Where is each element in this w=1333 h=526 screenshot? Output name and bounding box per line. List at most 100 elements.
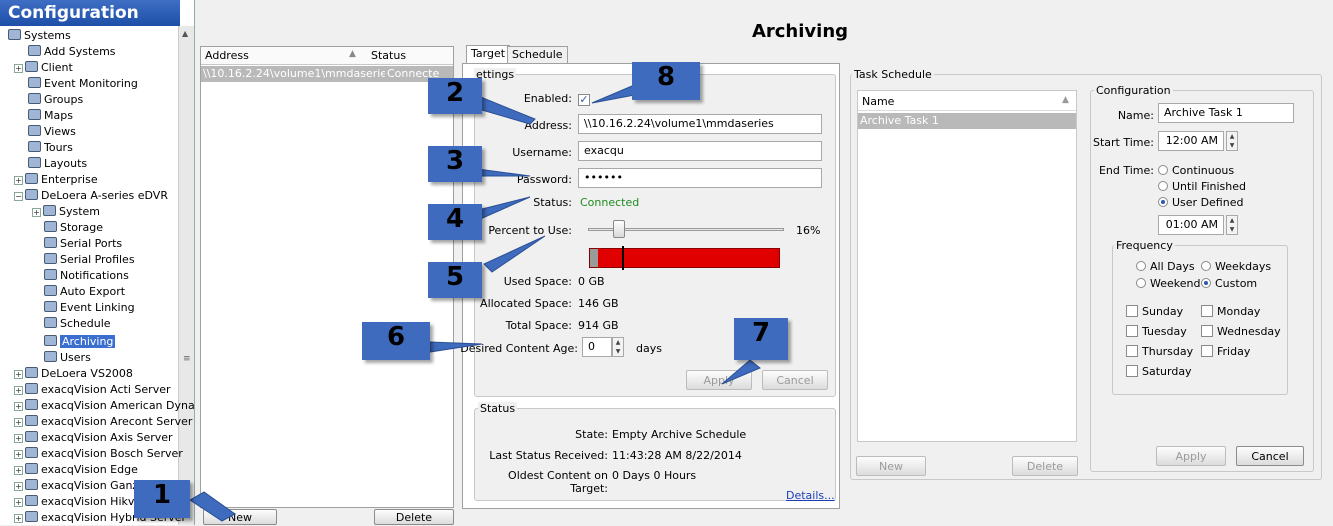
radio-icon	[1158, 181, 1168, 191]
username-field[interactable]: exacqu	[578, 141, 822, 161]
tree-item-client[interactable]: + Client	[14, 60, 73, 76]
day-tuesday-checkbox[interactable]: Tuesday	[1126, 325, 1187, 338]
checkbox-icon	[1126, 305, 1138, 317]
tree-item-bosch-server[interactable]: + exacqVision Bosch Server	[14, 446, 183, 462]
used-space-value: 0 GB	[578, 275, 605, 288]
auto-export-icon	[44, 285, 57, 296]
percent-slider-thumb[interactable]	[613, 220, 626, 238]
day-wednesday-checkbox[interactable]: Wednesday	[1201, 325, 1281, 338]
address-new-button[interactable]: New	[203, 509, 277, 525]
tree-item-groups[interactable]: Groups	[28, 92, 83, 108]
oldest-content-label: Oldest Content on Target:	[508, 469, 608, 495]
expand-icon[interactable]: +	[14, 482, 23, 491]
content-age-field[interactable]: 0	[582, 337, 612, 357]
tree-item-maps[interactable]: Maps	[28, 108, 73, 124]
address-row[interactable]: \\10.16.2.24\volume1\mmdaseries Connecte	[201, 66, 453, 82]
freq-all-days-radio[interactable]: All Days	[1136, 260, 1195, 273]
column-name[interactable]: Name	[862, 95, 894, 108]
tree-item-archiving[interactable]: Archiving	[44, 334, 116, 350]
tree-item-users[interactable]: Users	[44, 350, 91, 366]
expand-icon[interactable]: +	[14, 514, 23, 523]
task-delete-button[interactable]: Delete	[1012, 456, 1078, 476]
enabled-checkbox[interactable]: ✓	[578, 91, 594, 106]
tree-item-serial-profiles[interactable]: Serial Profiles	[44, 252, 135, 268]
details-link[interactable]: Details...	[786, 489, 835, 502]
start-time-field[interactable]: 12:00 AM	[1158, 131, 1224, 151]
column-status[interactable]: Status	[371, 49, 406, 62]
expand-icon[interactable]: +	[14, 434, 23, 443]
column-address[interactable]: Address	[205, 49, 249, 62]
freq-custom-radio[interactable]: Custom	[1201, 277, 1257, 290]
scroll-up-icon[interactable]: ▲	[182, 29, 188, 38]
day-thursday-checkbox[interactable]: Thursday	[1126, 345, 1193, 358]
tree-item-event-linking[interactable]: Event Linking	[44, 300, 135, 316]
freq-weekend-radio[interactable]: Weekend	[1136, 277, 1200, 290]
tree-item-tours[interactable]: Tours	[28, 140, 73, 156]
expand-icon[interactable]: +	[14, 466, 23, 475]
expand-icon[interactable]: +	[14, 418, 23, 427]
tree-item-systems[interactable]: Systems	[8, 28, 71, 44]
address-field[interactable]: \\10.16.2.24\volume1\mmdaseries	[578, 114, 822, 134]
content-age-stepper[interactable]: ▲ ▼	[612, 337, 624, 357]
expand-icon[interactable]: +	[14, 64, 23, 73]
tree-item-deloera-vs2008[interactable]: + DeLoera VS2008	[14, 366, 133, 382]
tree-item-layouts[interactable]: Layouts	[28, 156, 87, 172]
expand-icon[interactable]: +	[14, 370, 23, 379]
tree-item-serial-ports[interactable]: Serial Ports	[44, 236, 122, 252]
tree-item-storage[interactable]: Storage	[44, 220, 103, 236]
tree-item-american-dyna[interactable]: + exacqVision American Dyna	[14, 398, 195, 414]
task-new-button[interactable]: New	[856, 456, 926, 476]
collapse-icon[interactable]: −	[14, 192, 23, 201]
end-user-defined-radio[interactable]: User Defined	[1158, 196, 1243, 209]
expand-icon[interactable]: +	[32, 208, 41, 217]
password-field[interactable]: ••••••	[578, 168, 822, 188]
tab-schedule[interactable]: Schedule	[507, 46, 568, 64]
expand-icon[interactable]: +	[14, 176, 23, 185]
tree-item-notifications[interactable]: Notifications	[44, 268, 129, 284]
day-sunday-checkbox[interactable]: Sunday	[1126, 305, 1183, 318]
total-space-label: Total Space:	[505, 319, 572, 332]
address-list[interactable]: Address ▲ Status \\10.16.2.24\volume1\mm…	[200, 46, 454, 508]
settings-apply-button[interactable]: Apply	[686, 370, 752, 390]
config-apply-button[interactable]: Apply	[1156, 446, 1226, 466]
expand-icon[interactable]: +	[14, 402, 23, 411]
tree-item-schedule[interactable]: Schedule	[44, 316, 111, 332]
expand-icon[interactable]: +	[14, 450, 23, 459]
task-name-field[interactable]: Archive Task 1	[1158, 103, 1294, 123]
end-time-field[interactable]: 01:00 AM	[1158, 215, 1224, 235]
tree-item-acti-server[interactable]: + exacqVision Acti Server	[14, 382, 171, 398]
config-cancel-button[interactable]: Cancel	[1236, 446, 1304, 466]
settings-cancel-button[interactable]: Cancel	[762, 370, 828, 390]
end-time-stepper[interactable]: ▲ ▼	[1226, 215, 1238, 235]
tree-item-axis-server[interactable]: + exacqVision Axis Server	[14, 430, 173, 446]
tree-item-deloera-a-series[interactable]: − DeLoera A-series eDVR	[14, 188, 168, 204]
expand-icon[interactable]: +	[14, 498, 23, 507]
sort-asc-icon[interactable]: ▲	[349, 49, 356, 59]
tree-item-enterprise[interactable]: + Enterprise	[14, 172, 98, 188]
end-continuous-radio[interactable]: Continuous	[1158, 164, 1234, 177]
server-icon	[25, 447, 38, 458]
day-monday-checkbox[interactable]: Monday	[1201, 305, 1260, 318]
tree-item-arecont-server[interactable]: + exacqVision Arecont Server	[14, 414, 192, 430]
scroll-grip-icon[interactable]: ≡	[183, 354, 191, 364]
tree-item-event-monitoring[interactable]: Event Monitoring	[28, 76, 138, 92]
sort-asc-icon[interactable]: ▲	[1062, 95, 1069, 105]
start-time-stepper[interactable]: ▲ ▼	[1226, 131, 1238, 151]
tree-item-auto-export[interactable]: Auto Export	[44, 284, 125, 300]
radio-selected-icon	[1158, 197, 1168, 207]
address-delete-button[interactable]: Delete	[374, 509, 454, 525]
expand-icon[interactable]: +	[14, 386, 23, 395]
tree-item-hikvis[interactable]: + exacqVision Hikvis	[14, 494, 143, 510]
freq-weekdays-radio[interactable]: Weekdays	[1201, 260, 1271, 273]
tree-item-ganz[interactable]: + exacqVision Ganz	[14, 478, 138, 494]
tree-item-edge[interactable]: + exacqVision Edge	[14, 462, 138, 478]
task-row[interactable]: Archive Task 1	[858, 113, 1076, 129]
day-saturday-checkbox[interactable]: Saturday	[1126, 365, 1192, 378]
tree-item-views[interactable]: Views	[28, 124, 76, 140]
tree-item-system[interactable]: + System	[32, 204, 100, 220]
day-friday-checkbox[interactable]: Friday	[1201, 345, 1250, 358]
task-list[interactable]: Name ▲ Archive Task 1	[857, 90, 1077, 442]
tab-target[interactable]: Target	[466, 45, 511, 64]
tree-item-add-systems[interactable]: Add Systems	[28, 44, 116, 60]
end-until-finished-radio[interactable]: Until Finished	[1158, 180, 1246, 193]
